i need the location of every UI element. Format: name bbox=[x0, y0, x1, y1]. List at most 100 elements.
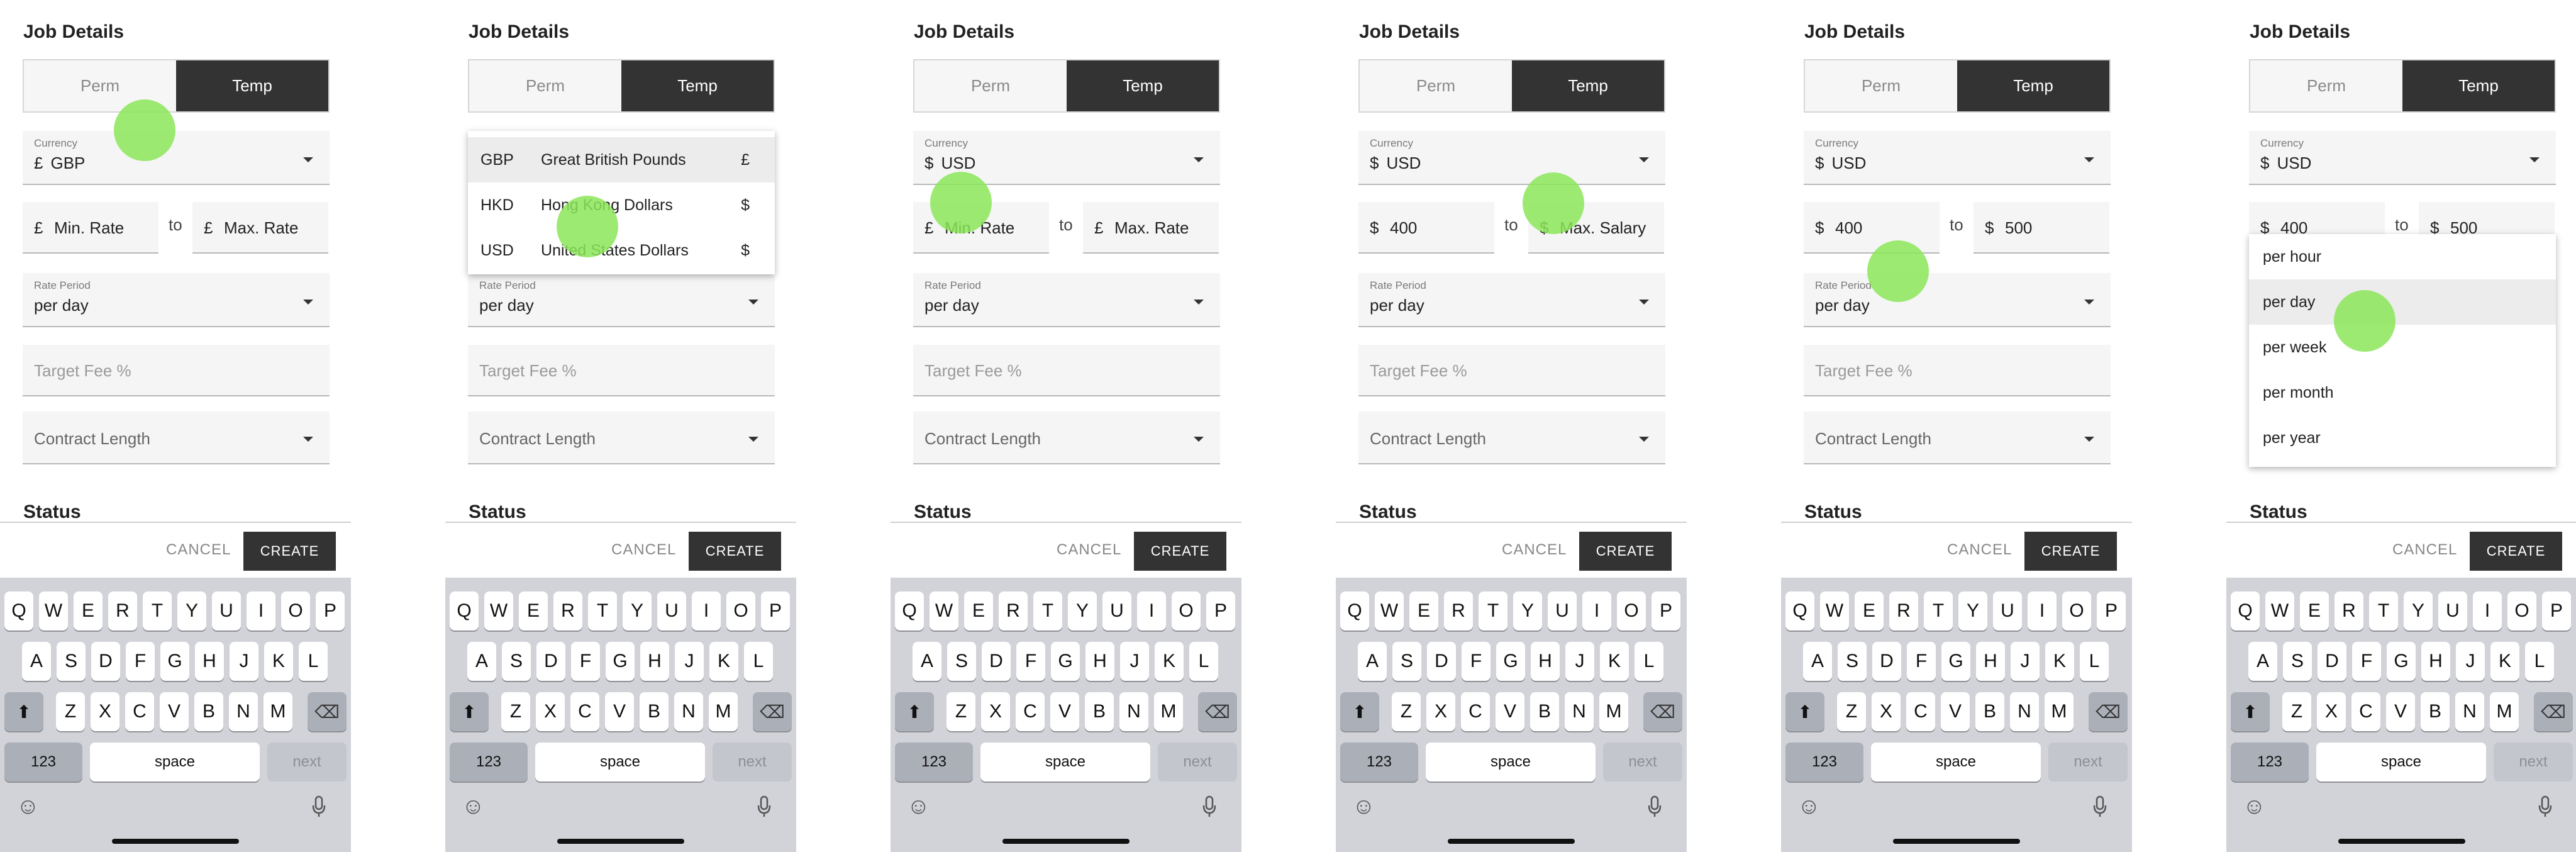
key-j[interactable]: J bbox=[2011, 642, 2040, 681]
key-c[interactable]: C bbox=[1461, 692, 1490, 731]
backspace-key[interactable]: ⌫ bbox=[308, 692, 347, 731]
key-h[interactable]: H bbox=[195, 642, 224, 681]
key-d[interactable]: D bbox=[2318, 642, 2346, 681]
key-x[interactable]: X bbox=[1872, 692, 1901, 731]
key-m[interactable]: M bbox=[1154, 692, 1183, 731]
shift-key[interactable]: ⬆ bbox=[450, 692, 489, 731]
key-r[interactable]: R bbox=[1889, 591, 1918, 631]
key-e[interactable]: E bbox=[964, 591, 993, 631]
temp-button[interactable]: Temp bbox=[1512, 60, 1664, 111]
target-fee-input[interactable]: Target Fee % bbox=[1804, 345, 2111, 396]
key-x[interactable]: X bbox=[2317, 692, 2346, 731]
key-o[interactable]: O bbox=[1617, 591, 1646, 631]
key-i[interactable]: I bbox=[692, 591, 721, 631]
cancel-button[interactable]: CANCEL bbox=[166, 541, 231, 559]
currency-select[interactable]: Currency £ GBP bbox=[23, 131, 330, 185]
key-o[interactable]: O bbox=[1172, 591, 1201, 631]
emoji-icon[interactable]: ☺ bbox=[462, 793, 485, 819]
min-rate-input[interactable]: $400 bbox=[1804, 202, 1940, 254]
max-rate-input[interactable]: £ Max. Rate bbox=[1083, 202, 1219, 254]
key-q[interactable]: Q bbox=[1340, 591, 1369, 631]
key-h[interactable]: H bbox=[2421, 642, 2450, 681]
key-l[interactable]: L bbox=[744, 642, 773, 681]
key-w[interactable]: W bbox=[1820, 591, 1849, 631]
key-g[interactable]: G bbox=[1941, 642, 1970, 681]
key-v[interactable]: V bbox=[1941, 692, 1970, 731]
cancel-button[interactable]: CANCEL bbox=[611, 541, 676, 559]
contract-length-select[interactable]: Contract Length bbox=[1358, 412, 1665, 464]
key-s[interactable]: S bbox=[1392, 642, 1421, 681]
key-n[interactable]: N bbox=[2455, 692, 2484, 731]
emoji-icon[interactable]: ☺ bbox=[1797, 793, 1821, 819]
key-p[interactable]: P bbox=[1652, 591, 1680, 631]
key-p[interactable]: P bbox=[316, 591, 345, 631]
key-k[interactable]: K bbox=[1155, 642, 1184, 681]
numbers-key[interactable]: 123 bbox=[1340, 743, 1418, 782]
key-d[interactable]: D bbox=[91, 642, 120, 681]
temp-button[interactable]: Temp bbox=[1957, 60, 2109, 111]
perm-button[interactable]: Perm bbox=[914, 60, 1067, 111]
backspace-key[interactable]: ⌫ bbox=[2089, 692, 2128, 731]
cancel-button[interactable]: CANCEL bbox=[1947, 541, 2012, 559]
key-q[interactable]: Q bbox=[4, 591, 33, 631]
space-key[interactable]: space bbox=[535, 743, 705, 782]
max-rate-input[interactable]: $500 bbox=[1974, 202, 2109, 254]
key-b[interactable]: B bbox=[2421, 692, 2450, 731]
key-z[interactable]: Z bbox=[2282, 692, 2311, 731]
cancel-button[interactable]: CANCEL bbox=[1057, 541, 1121, 559]
create-button[interactable]: CREATE bbox=[1579, 532, 1672, 571]
key-s[interactable]: S bbox=[2283, 642, 2312, 681]
shift-key[interactable]: ⬆ bbox=[4, 692, 43, 731]
currency-option-hkd[interactable]: HKDHong Kong Dollars$ bbox=[468, 182, 775, 228]
key-f[interactable]: F bbox=[1016, 642, 1045, 681]
key-g[interactable]: G bbox=[2387, 642, 2416, 681]
key-x[interactable]: X bbox=[1426, 692, 1455, 731]
key-n[interactable]: N bbox=[674, 692, 703, 731]
space-key[interactable]: space bbox=[2316, 743, 2486, 782]
key-n[interactable]: N bbox=[2010, 692, 2039, 731]
key-d[interactable]: D bbox=[982, 642, 1011, 681]
key-y[interactable]: Y bbox=[1958, 591, 1987, 631]
microphone-icon[interactable] bbox=[757, 795, 771, 824]
key-q[interactable]: Q bbox=[1785, 591, 1814, 631]
currency-option-usd[interactable]: USD United States Dollars $ bbox=[468, 228, 775, 273]
key-a[interactable]: A bbox=[2248, 642, 2277, 681]
cancel-button[interactable]: CANCEL bbox=[2392, 541, 2457, 559]
rate-period-select[interactable]: Rate Period per day bbox=[23, 273, 330, 327]
key-s[interactable]: S bbox=[57, 642, 86, 681]
key-t[interactable]: T bbox=[1033, 591, 1062, 631]
contract-length-select[interactable]: Contract Length bbox=[913, 412, 1220, 464]
key-m[interactable]: M bbox=[2490, 692, 2519, 731]
key-f[interactable]: F bbox=[571, 642, 600, 681]
key-l[interactable]: L bbox=[2080, 642, 2109, 681]
key-z[interactable]: Z bbox=[501, 692, 530, 731]
key-s[interactable]: S bbox=[1838, 642, 1867, 681]
space-key[interactable]: space bbox=[90, 743, 260, 782]
key-e[interactable]: E bbox=[74, 591, 103, 631]
space-key[interactable]: space bbox=[1871, 743, 2041, 782]
next-key[interactable]: next bbox=[1158, 743, 1237, 782]
key-t[interactable]: T bbox=[143, 591, 172, 631]
emoji-icon[interactable]: ☺ bbox=[1352, 793, 1375, 819]
contract-length-select[interactable]: Contract Length bbox=[23, 412, 330, 464]
target-fee-input[interactable]: Target Fee % bbox=[913, 345, 1220, 396]
key-m[interactable]: M bbox=[2045, 692, 2074, 731]
key-n[interactable]: N bbox=[1565, 692, 1594, 731]
key-b[interactable]: B bbox=[1085, 692, 1114, 731]
backspace-key[interactable]: ⌫ bbox=[2534, 692, 2573, 731]
perm-button[interactable]: Perm bbox=[2250, 60, 2402, 111]
key-a[interactable]: A bbox=[913, 642, 941, 681]
min-rate-input[interactable]: $400 bbox=[1358, 202, 1494, 254]
key-e[interactable]: E bbox=[519, 591, 548, 631]
key-d[interactable]: D bbox=[1872, 642, 1901, 681]
create-button[interactable]: CREATE bbox=[2470, 532, 2562, 571]
currency-select[interactable]: Currency $ USD bbox=[1358, 131, 1665, 185]
key-u[interactable]: U bbox=[2438, 591, 2467, 631]
key-k[interactable]: K bbox=[264, 642, 293, 681]
key-b[interactable]: B bbox=[194, 692, 223, 731]
shift-key[interactable]: ⬆ bbox=[895, 692, 934, 731]
key-k[interactable]: K bbox=[709, 642, 738, 681]
key-w[interactable]: W bbox=[484, 591, 513, 631]
next-key[interactable]: next bbox=[2048, 743, 2128, 782]
key-u[interactable]: U bbox=[657, 591, 686, 631]
